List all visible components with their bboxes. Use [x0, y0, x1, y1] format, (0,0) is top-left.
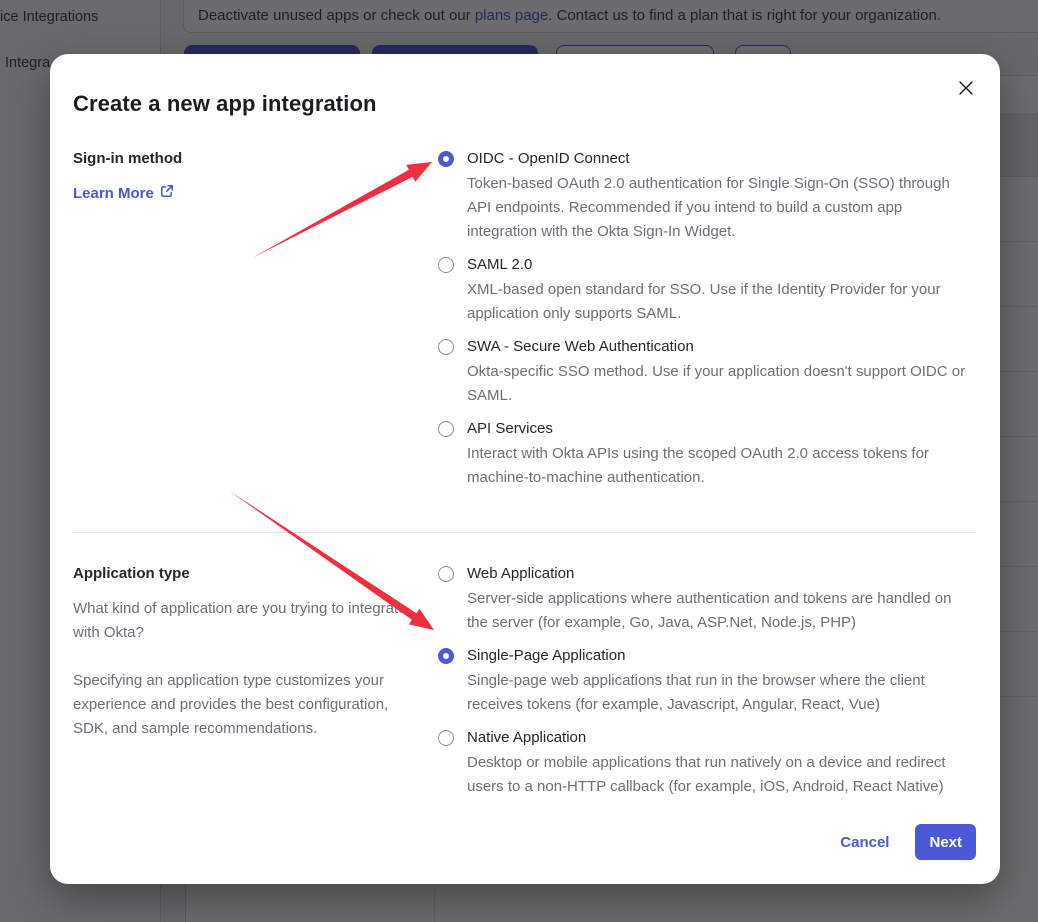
radio-web-application[interactable] [438, 566, 454, 582]
next-button[interactable]: Next [915, 824, 976, 860]
radio-saml[interactable] [438, 257, 454, 273]
radio-api-services[interactable] [438, 421, 454, 437]
radio-option-swa[interactable]: SWA - Secure Web Authentication Okta-spe… [438, 336, 976, 408]
learn-more-link[interactable]: Learn More [73, 184, 174, 202]
radio-option-single-page-application[interactable]: Single-Page Application Single-page web … [438, 645, 976, 717]
cancel-button[interactable]: Cancel [840, 834, 889, 851]
create-app-integration-dialog: Create a new app integration Sign-in met… [50, 54, 1000, 884]
dialog-title: Create a new app integration [73, 90, 976, 118]
dialog-footer: Cancel Next [73, 824, 976, 860]
application-type-question: What kind of application are you trying … [73, 597, 424, 645]
application-type-help: Specifying an application type customize… [73, 669, 424, 741]
radio-single-page-application-selected[interactable] [438, 648, 454, 664]
radio-option-saml[interactable]: SAML 2.0 XML-based open standard for SSO… [438, 254, 976, 326]
radio-oidc-selected[interactable] [438, 151, 454, 167]
radio-option-native-application[interactable]: Native Application Desktop or mobile app… [438, 727, 976, 799]
application-type-section: Application type What kind of applicatio… [73, 563, 976, 809]
radio-option-web-application[interactable]: Web Application Server-side applications… [438, 563, 976, 635]
radio-option-api-services[interactable]: API Services Interact with Okta APIs usi… [438, 418, 976, 490]
radio-option-oidc[interactable]: OIDC - OpenID Connect Token-based OAuth … [438, 148, 976, 244]
section-divider [73, 532, 976, 533]
external-link-icon [160, 184, 174, 202]
radio-native-application[interactable] [438, 730, 454, 746]
radio-swa[interactable] [438, 339, 454, 355]
close-icon[interactable] [950, 72, 982, 104]
application-type-label: Application type [73, 563, 424, 585]
sign-in-method-label: Sign-in method [73, 148, 424, 170]
sign-in-method-section: Sign-in method Learn More OIDC - OpenID … [73, 148, 976, 500]
